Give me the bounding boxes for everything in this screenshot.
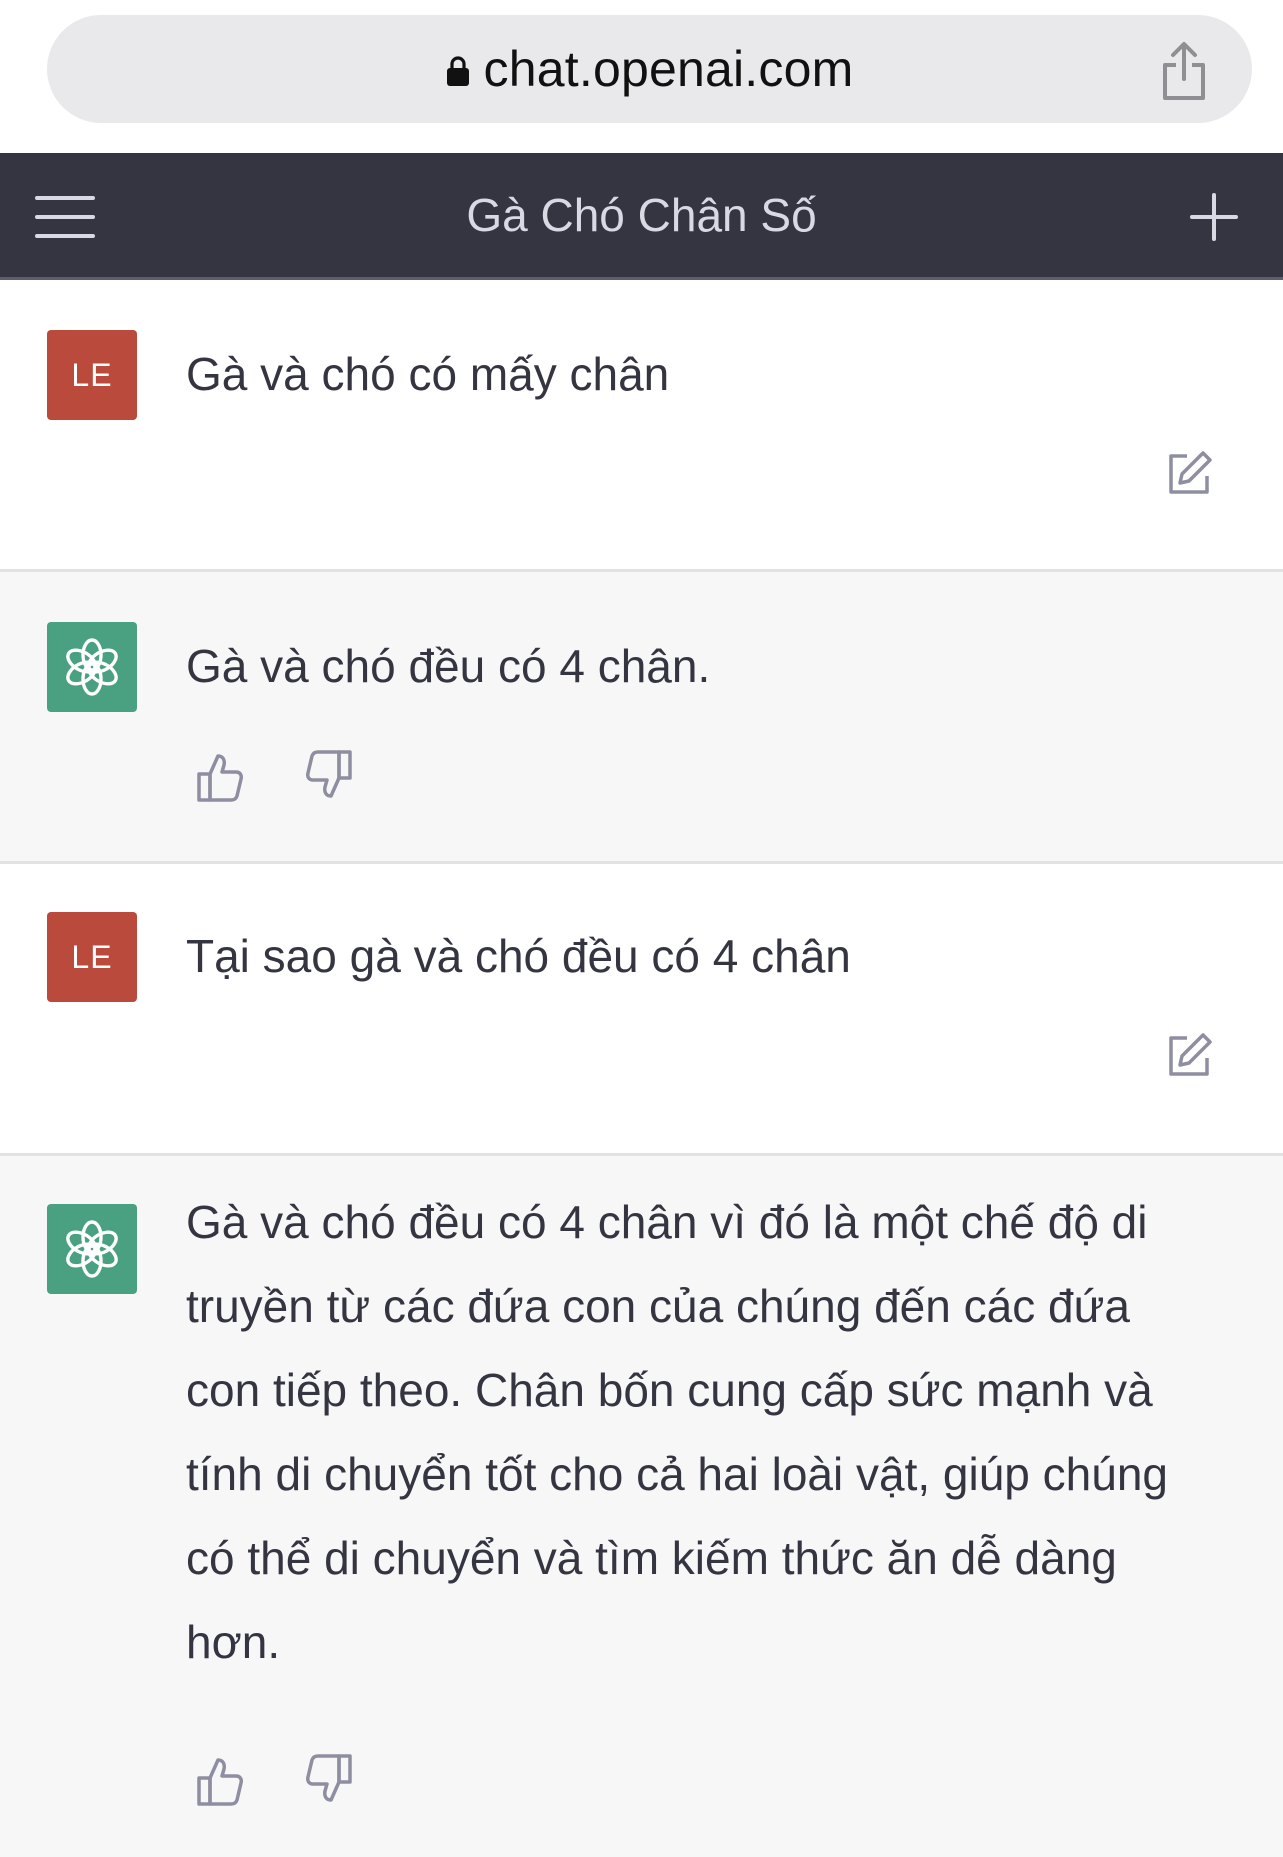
assistant-message: Gà và chó đều có 4 chân vì đó là một chế… <box>0 1156 1283 1857</box>
browser-chrome: chat.openai.com <box>0 0 1283 153</box>
address-bar[interactable]: chat.openai.com <box>47 15 1252 123</box>
user-avatar: LE <box>47 912 137 1002</box>
message-text: Tại sao gà và chó đều có 4 chân <box>186 930 851 982</box>
openai-logo-icon <box>66 1220 118 1278</box>
user-message: LE Gà và chó có mấy chân <box>0 280 1283 572</box>
thumbs-up-icon[interactable] <box>196 1756 244 1806</box>
assistant-avatar <box>47 622 137 712</box>
app-header: Gà Chó Chân Số <box>0 153 1283 280</box>
user-message: LE Tại sao gà và chó đều có 4 chân <box>0 864 1283 1156</box>
lock-icon <box>446 56 469 86</box>
user-avatar: LE <box>47 330 137 420</box>
message-text: Gà và chó có mấy chân <box>186 348 670 400</box>
message-text: Gà và chó đều có 4 chân vì đó là một chế… <box>186 1196 1168 1668</box>
thumbs-up-icon[interactable] <box>196 752 244 802</box>
share-icon[interactable] <box>1158 41 1210 101</box>
plus-icon[interactable] <box>1190 193 1238 241</box>
thumbs-down-icon[interactable] <box>305 1754 353 1804</box>
message-text: Gà và chó đều có 4 chân. <box>186 640 711 692</box>
thumbs-down-icon[interactable] <box>305 750 353 800</box>
edit-icon[interactable] <box>1165 1032 1213 1080</box>
assistant-message: Gà và chó đều có 4 chân. <box>0 572 1283 864</box>
url-text: chat.openai.com <box>483 41 854 97</box>
edit-icon[interactable] <box>1165 450 1213 498</box>
address-bar-content: chat.openai.com <box>47 15 1252 123</box>
conversation-title: Gà Chó Chân Số <box>466 189 817 241</box>
openai-logo-icon <box>66 638 118 696</box>
assistant-avatar <box>47 1204 137 1294</box>
